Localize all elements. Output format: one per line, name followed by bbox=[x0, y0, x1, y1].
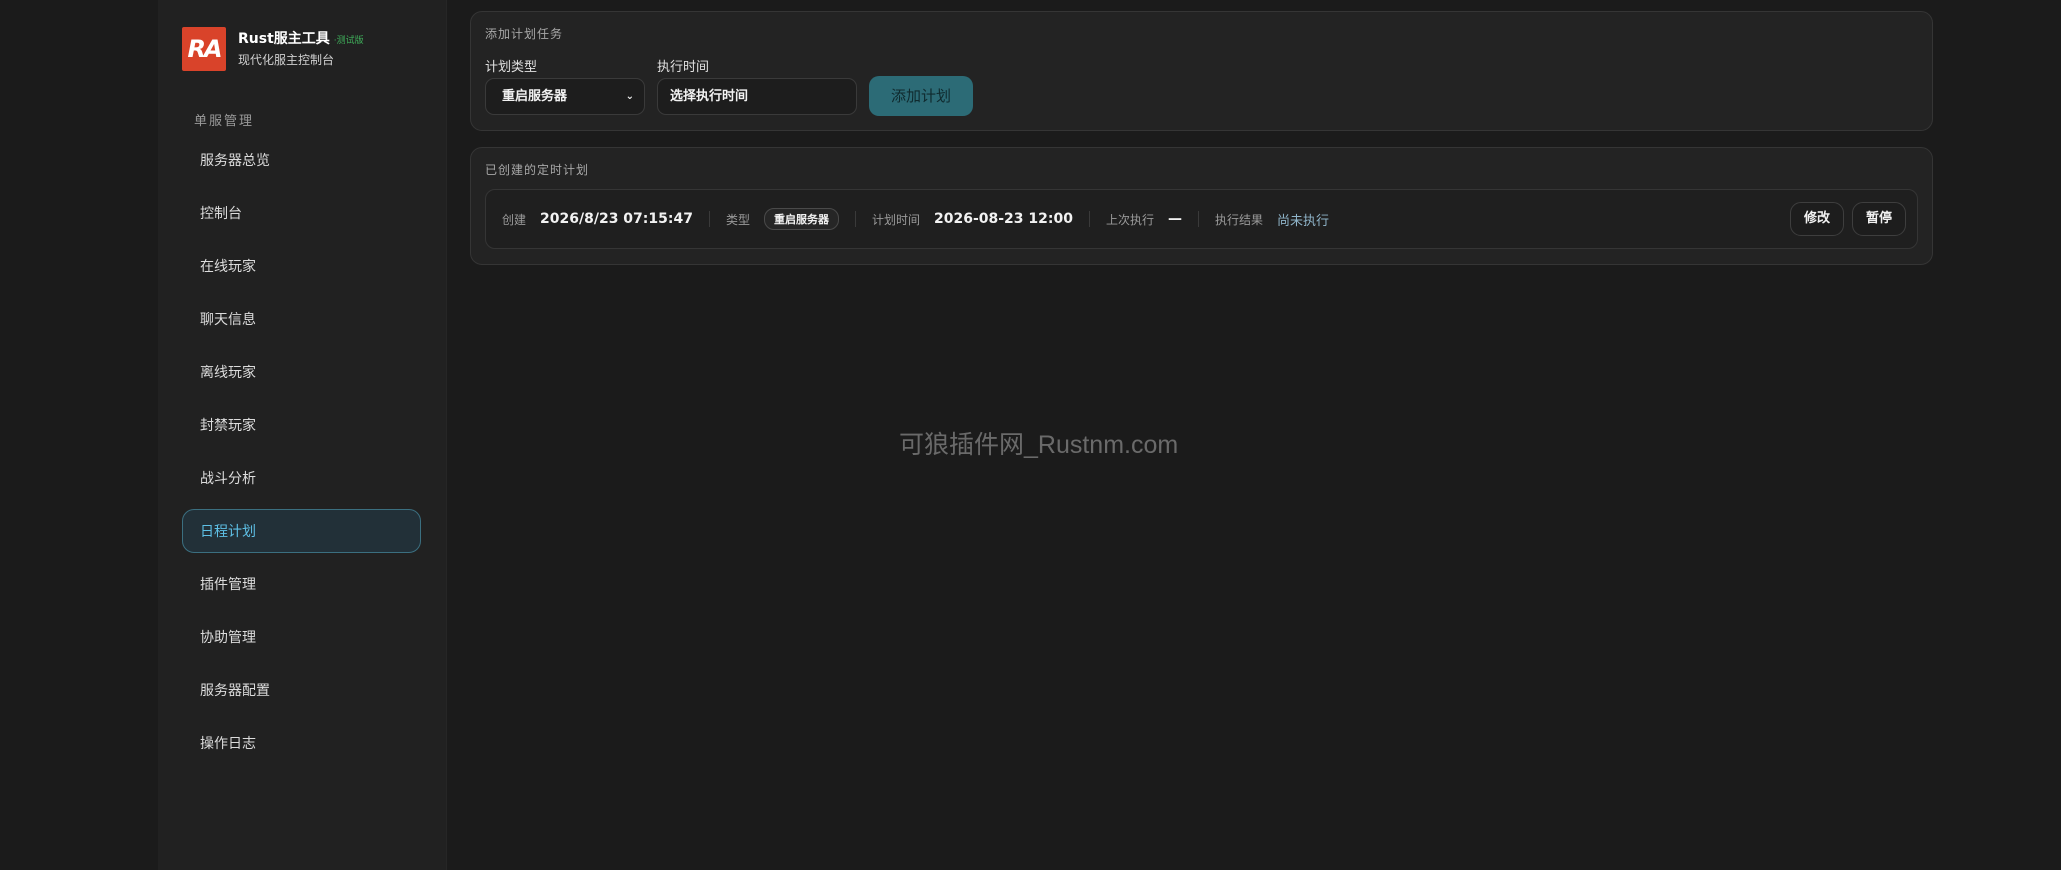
sidebar-item-banned-players[interactable]: 封禁玩家 bbox=[182, 403, 421, 447]
result-value: 尚未执行 bbox=[1277, 213, 1330, 229]
last-run-value: — bbox=[1168, 211, 1182, 227]
divider bbox=[1088, 211, 1090, 227]
sidebar-item-server-overview[interactable]: 服务器总览 bbox=[182, 138, 421, 182]
sidebar-item-plugins[interactable]: 插件管理 bbox=[182, 562, 421, 606]
add-schedule-panel: 添加计划任务 计划类型 执行时间 重启服务器 ⌄ 选择执行时间 添加计划 bbox=[470, 11, 1933, 131]
created-label: 创建 bbox=[502, 212, 527, 227]
result-label: 执行结果 bbox=[1215, 212, 1264, 227]
brand-text: Rust服主工具 ·测试版 现代化服主控制台 bbox=[238, 28, 364, 68]
schedule-type-select[interactable]: 重启服务器 ⌄ bbox=[485, 78, 645, 115]
last-run-label: 上次执行 bbox=[1105, 212, 1154, 227]
edit-button[interactable]: 修改 bbox=[1790, 202, 1844, 236]
sidebar-item-server-config[interactable]: 服务器配置 bbox=[182, 668, 421, 712]
sidebar-item-chat[interactable]: 聊天信息 bbox=[182, 297, 421, 341]
brand: RA Rust服主工具 ·测试版 现代化服主控制台 bbox=[182, 27, 364, 71]
type-label: 类型 bbox=[725, 212, 750, 227]
divider bbox=[708, 211, 710, 227]
sidebar-item-schedule[interactable]: 日程计划 bbox=[182, 509, 421, 553]
nav-section-title: 单服管理 bbox=[194, 114, 255, 129]
watermark: 可狼插件网_Rustnm.com bbox=[899, 431, 1179, 459]
schedule-list-panel: 已创建的定时计划 创建 2026/8/23 07:15:47 类型 重启服务器 … bbox=[470, 147, 1933, 265]
sidebar-item-offline-players[interactable]: 离线玩家 bbox=[182, 350, 421, 394]
sidebar-item-assist[interactable]: 协助管理 bbox=[182, 615, 421, 659]
sidebar-item-online-players[interactable]: 在线玩家 bbox=[182, 244, 421, 288]
type-tag: 重启服务器 bbox=[763, 208, 839, 230]
sidebar-item-console[interactable]: 控制台 bbox=[182, 191, 421, 235]
app-title: Rust服主工具 ·测试版 bbox=[238, 28, 364, 48]
plan-time-label: 计划时间 bbox=[871, 212, 920, 227]
plan-time-value: 2026-08-23 12:00 bbox=[933, 211, 1073, 227]
schedule-type-value: 重启服务器 bbox=[502, 89, 568, 104]
pause-button[interactable]: 暂停 bbox=[1852, 202, 1906, 236]
execution-time-input[interactable]: 选择执行时间 bbox=[657, 78, 857, 115]
chevron-down-icon: ⌄ bbox=[625, 91, 634, 102]
app-subtitle: 现代化服主控制台 bbox=[238, 53, 335, 67]
sidebar-item-combat-analysis[interactable]: 战斗分析 bbox=[182, 456, 421, 500]
divider bbox=[1198, 211, 1199, 227]
app-title-text: Rust服主工具 bbox=[238, 31, 330, 47]
sidebar: RA Rust服主工具 ·测试版 现代化服主控制台 单服管理 服务器总览 控制台 … bbox=[158, 0, 447, 870]
execution-time-label: 执行时间 bbox=[657, 60, 710, 75]
sidebar-item-operation-log[interactable]: 操作日志 bbox=[182, 721, 421, 765]
add-schedule-button[interactable]: 添加计划 bbox=[869, 76, 973, 116]
schedule-row: 创建 2026/8/23 07:15:47 类型 重启服务器 计划时间 2026… bbox=[485, 189, 1918, 249]
version-badge: ·测试版 bbox=[333, 36, 364, 46]
add-panel-title: 添加计划任务 bbox=[485, 27, 564, 41]
divider bbox=[854, 211, 856, 227]
sidebar-nav: 服务器总览 控制台 在线玩家 聊天信息 离线玩家 封禁玩家 战斗分析 日程计划 … bbox=[182, 138, 421, 774]
schedule-type-label: 计划类型 bbox=[485, 60, 538, 75]
left-gutter bbox=[0, 0, 158, 870]
created-value: 2026/8/23 07:15:47 bbox=[540, 211, 693, 227]
logo-icon: RA bbox=[182, 27, 226, 71]
list-panel-title: 已创建的定时计划 bbox=[485, 163, 590, 177]
